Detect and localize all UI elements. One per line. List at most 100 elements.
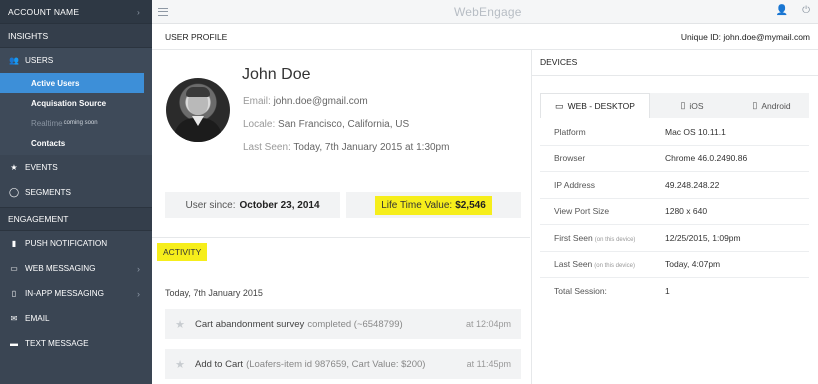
device-row: Browser Chrome 46.0.2490.86 — [540, 146, 809, 172]
divider — [532, 75, 818, 76]
sidebar-subitem-label: Active Users — [31, 78, 80, 88]
avatar — [166, 78, 230, 142]
sidebar-subitem-label: Contacts — [31, 138, 66, 148]
device-value: Mac OS 10.11.1 — [665, 126, 726, 137]
activity-detail: (Loafers-item id 987659, Cart Value: $20… — [246, 358, 426, 370]
device-key-label: Last Seen — [554, 259, 593, 270]
device-row: First Seen (on this device) 12/25/2015, 1… — [540, 225, 809, 252]
sidebar-subitem-realtime: Realtime coming soon — [0, 113, 152, 133]
device-key: View Port Size — [540, 206, 665, 216]
sidebar-subitem-acquisition-source[interactable]: Acquisation Source — [0, 93, 152, 113]
file-icon: ▮ — [11, 239, 17, 248]
locale-label: Locale: — [243, 119, 276, 130]
sidebar-item-label: SEGMENTS — [25, 188, 71, 197]
device-tabs: ▭ WEB - DESKTOP ▯ iOS ▯ Android — [540, 93, 809, 118]
device-value: Today, 4:07pm — [665, 259, 721, 270]
tab-label: WEB - DESKTOP — [567, 101, 635, 111]
chevron-right-icon: › — [137, 288, 140, 299]
sidebar-item-label: USERS — [25, 56, 54, 65]
tab-android[interactable]: ▯ Android — [734, 93, 809, 118]
sidebar-subitem-label: Realtime — [31, 118, 63, 128]
phone-icon: ▯ — [11, 289, 17, 298]
user-icon[interactable]: 👤 — [776, 5, 788, 16]
email-value: john.doe@gmail.com — [273, 96, 368, 107]
top-bar: WebEngage 👤 ⏻ — [152, 0, 818, 24]
stats-row: User since: October 23, 2014 Life Time V… — [165, 192, 521, 218]
sidebar-item-in-app-messaging[interactable]: ▯ IN-APP MESSAGING › — [0, 281, 152, 306]
unique-id: Unique ID: john.doe@mymail.com — [681, 32, 810, 42]
monitor-icon: ▭ — [555, 100, 564, 111]
sidebar-item-web-messaging[interactable]: ▭ WEB MESSAGING › — [0, 256, 152, 281]
phone-icon: ▯ — [680, 100, 686, 110]
tab-label: iOS — [689, 100, 704, 111]
sidebar-subitem-label: Acquisation Source — [31, 98, 107, 108]
unique-id-value: john.doe@mymail.com — [723, 31, 810, 42]
device-value: 1 — [665, 286, 670, 297]
sidebar-item-segments[interactable]: ◯ SEGMENTS — [0, 180, 152, 205]
account-name: ACCOUNT NAME — [8, 6, 80, 17]
sidebar-item-push-notification[interactable]: ▮ PUSH NOTIFICATION — [0, 231, 152, 256]
star-icon[interactable]: ★ — [165, 318, 195, 331]
device-key-label: Browser — [554, 153, 586, 164]
tab-label: Android — [761, 100, 791, 111]
activity-item[interactable]: ★ Cart abandonment survey completed (~65… — [165, 309, 521, 339]
brand-logo: WebEngage — [454, 5, 522, 19]
device-row: IP Address 49.248.248.22 — [540, 172, 809, 199]
sidebar-item-email[interactable]: ✉ EMAIL — [0, 306, 152, 331]
device-key: Total Session: — [540, 286, 665, 296]
coming-soon-badge: coming soon — [63, 120, 98, 126]
activity-time: at 11:45pm — [466, 359, 511, 369]
chevron-right-icon: › — [136, 6, 140, 17]
device-key: Platform — [540, 127, 665, 137]
locale-value: San Francisco, California, US — [278, 119, 410, 130]
device-key: IP Address — [540, 180, 665, 190]
activity-event: Add to Cart — [195, 358, 244, 370]
sidebar: ACCOUNT NAME › INSIGHTS 👥 USERS Active U… — [0, 0, 152, 384]
email-line: Email: john.doe@gmail.com — [243, 96, 368, 107]
sidebar-item-label: TEXT MESSAGE — [25, 339, 89, 348]
section-engagement-label: ENGAGEMENT — [8, 214, 69, 224]
device-row: Total Session: 1 — [540, 278, 809, 305]
star-icon: ★ — [10, 163, 18, 172]
sidebar-item-text-message[interactable]: ▬ TEXT MESSAGE — [0, 331, 152, 356]
email-label: Email: — [243, 96, 271, 107]
sidebar-subitem-contacts[interactable]: Contacts — [0, 133, 152, 153]
user-since-value: October 23, 2014 — [239, 199, 320, 211]
sidebar-item-label: PUSH NOTIFICATION — [25, 239, 108, 248]
sidebar-item-events[interactable]: ★ EVENTS — [0, 155, 152, 180]
device-key: First Seen (on this device) — [540, 233, 665, 243]
envelope-icon: ✉ — [10, 314, 18, 323]
devices-title: DEVICES — [540, 57, 578, 67]
panel-separator — [531, 50, 532, 384]
device-value: 49.248.248.22 — [665, 179, 720, 190]
device-key-label: IP Address — [554, 179, 595, 190]
device-key-note: (on this device) — [594, 236, 636, 243]
power-icon[interactable]: ⏻ — [802, 5, 810, 16]
window-icon: ▭ — [10, 264, 18, 273]
device-key-label: Platform — [554, 126, 586, 137]
star-icon[interactable]: ★ — [165, 358, 195, 371]
device-row: Platform Mac OS 10.11.1 — [540, 119, 809, 146]
user-name: John Doe — [242, 66, 311, 83]
tab-web-desktop[interactable]: ▭ WEB - DESKTOP — [540, 93, 650, 118]
activity-detail: completed (~6548799) — [307, 318, 403, 330]
ltv-box: Life Time Value: $2,546 — [346, 192, 521, 218]
account-switcher[interactable]: ACCOUNT NAME › — [0, 0, 152, 24]
activity-item[interactable]: ★ Add to Cart (Loafers-item id 987659, C… — [165, 349, 521, 379]
device-key-label: View Port Size — [554, 206, 610, 217]
device-key-label: First Seen — [554, 232, 593, 243]
tab-ios[interactable]: ▯ iOS — [650, 93, 734, 118]
menu-icon[interactable] — [158, 7, 168, 16]
sidebar-subitem-active-users[interactable]: Active Users — [0, 73, 144, 93]
last-seen-line: Last Seen: Today, 7th January 2015 at 1:… — [243, 142, 449, 153]
user-since-box: User since: October 23, 2014 — [165, 192, 340, 218]
last-seen-value: Today, 7th January 2015 at 1:30pm — [293, 142, 450, 153]
activity-tag: ACTIVITY — [157, 243, 208, 261]
locale-line: Locale: San Francisco, California, US — [243, 119, 409, 130]
users-icon: 👥 — [9, 56, 19, 65]
sidebar-item-label: WEB MESSAGING — [25, 264, 96, 273]
sidebar-item-users[interactable]: 👥 USERS — [0, 48, 152, 73]
last-seen-label: Last Seen: — [243, 142, 291, 153]
profile-header: USER PROFILE Unique ID: john.doe@mymail.… — [152, 24, 818, 50]
unique-id-label: Unique ID: — [680, 31, 722, 42]
